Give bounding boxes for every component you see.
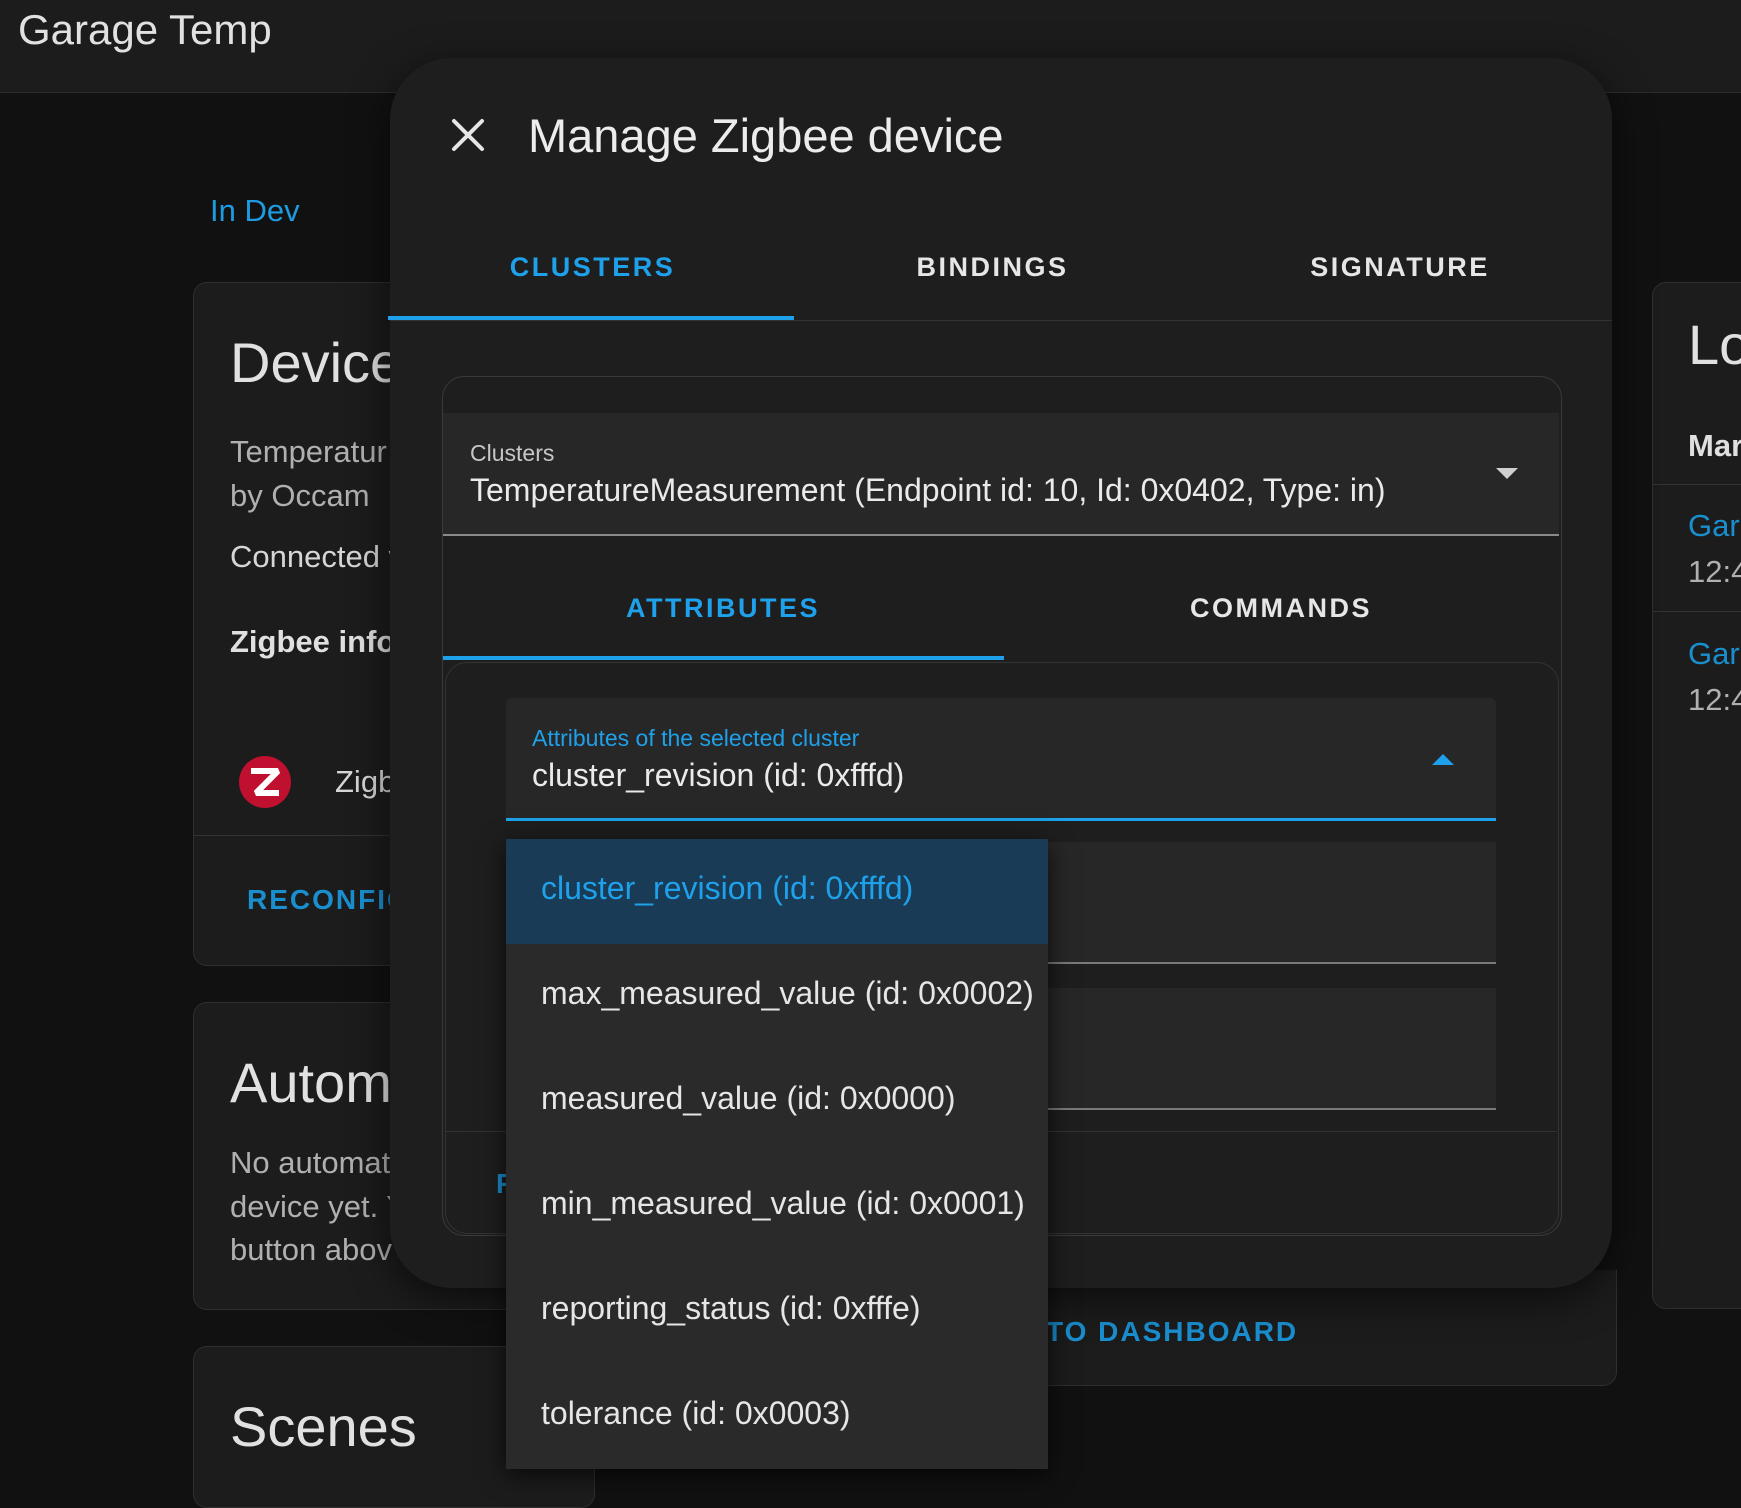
attributes-select-label: Attributes of the selected cluster bbox=[532, 725, 860, 751]
tab-signature[interactable]: SIGNATURE bbox=[1190, 252, 1610, 283]
zigbee-logo-icon bbox=[238, 755, 292, 809]
automations-empty-text-1: No automat bbox=[230, 1145, 391, 1180]
option-label: measured_value (id: 0x0000) bbox=[541, 1080, 956, 1116]
page-title: Garage Temp bbox=[18, 6, 272, 53]
dropdown-option[interactable]: measured_value (id: 0x0000) bbox=[506, 1049, 1048, 1154]
option-label: tolerance (id: 0x0003) bbox=[541, 1395, 851, 1431]
zigbee-integration-label: Zigb bbox=[335, 764, 396, 799]
device-connection-text: Connected v bbox=[230, 539, 405, 574]
automations-card-title: Autom bbox=[230, 1051, 392, 1114]
tabs-divider bbox=[390, 320, 1612, 321]
scenes-card-title: Scenes bbox=[230, 1395, 417, 1458]
automations-empty-text-3: button abov bbox=[230, 1232, 393, 1267]
logbook-divider-1 bbox=[1653, 484, 1741, 485]
dropdown-option[interactable]: min_measured_value (id: 0x0001) bbox=[506, 1154, 1048, 1259]
clusters-select-value: TemperatureMeasurement (Endpoint id: 10,… bbox=[470, 472, 1386, 508]
add-to-dashboard-button[interactable]: TO DASHBOARD bbox=[1046, 1316, 1298, 1348]
tab-attributes[interactable]: ATTRIBUTES bbox=[443, 593, 1003, 624]
logbook-entry-time: 12:4 bbox=[1688, 682, 1741, 717]
dropdown-option[interactable]: reporting_status (id: 0xfffe) bbox=[506, 1259, 1048, 1364]
attributes-select-value: cluster_revision (id: 0xfffd) bbox=[532, 757, 905, 793]
option-label: min_measured_value (id: 0x0001) bbox=[541, 1185, 1025, 1221]
subtab-active-indicator bbox=[443, 656, 1004, 660]
tab-commands[interactable]: COMMANDS bbox=[1003, 593, 1559, 624]
dropdown-option[interactable]: tolerance (id: 0x0003) bbox=[506, 1364, 1048, 1469]
tab-bindings[interactable]: BINDINGS bbox=[795, 252, 1190, 283]
tab-clusters[interactable]: CLUSTERS bbox=[390, 252, 795, 283]
reconfigure-button[interactable]: RECONFIG bbox=[247, 884, 411, 916]
automations-empty-text-2: device yet. Y bbox=[230, 1189, 407, 1224]
dialog-title: Manage Zigbee device bbox=[528, 109, 1004, 162]
manufacturer-override-field[interactable] bbox=[1046, 988, 1496, 1110]
attributes-dropdown-menu: cluster_revision (id: 0xfffd) max_measur… bbox=[506, 839, 1048, 1469]
logbook-divider-2 bbox=[1653, 611, 1741, 612]
dropdown-option[interactable]: cluster_revision (id: 0xfffd) bbox=[506, 839, 1048, 944]
logbook-entry-time: 12:4 bbox=[1688, 554, 1741, 589]
logbook-subtitle: Mar bbox=[1688, 428, 1741, 463]
breadcrumb-link[interactable]: In Dev bbox=[210, 193, 300, 229]
chevron-up-icon[interactable] bbox=[1432, 754, 1454, 765]
device-card-title: Device bbox=[230, 331, 402, 394]
device-manufacturer-text: by Occam bbox=[230, 478, 370, 513]
close-icon[interactable] bbox=[448, 115, 488, 155]
logbook-entry-name[interactable]: Gara bbox=[1688, 632, 1741, 676]
zigbee-info-toggle[interactable]: Zigbee info bbox=[230, 620, 395, 664]
device-model-text: Temperatur bbox=[230, 434, 387, 469]
attribute-value-field[interactable] bbox=[1046, 842, 1496, 964]
chevron-down-icon[interactable] bbox=[1496, 468, 1518, 479]
logbook-entry-name[interactable]: Gara bbox=[1688, 504, 1741, 548]
option-label: cluster_revision (id: 0xfffd) bbox=[541, 870, 914, 906]
option-label: reporting_status (id: 0xfffe) bbox=[541, 1290, 921, 1326]
dropdown-option[interactable]: max_measured_value (id: 0x0002) bbox=[506, 944, 1048, 1049]
logbook-card-title: Lo bbox=[1688, 313, 1741, 376]
clusters-select-label: Clusters bbox=[470, 440, 555, 466]
option-label: max_measured_value (id: 0x0002) bbox=[541, 975, 1034, 1011]
